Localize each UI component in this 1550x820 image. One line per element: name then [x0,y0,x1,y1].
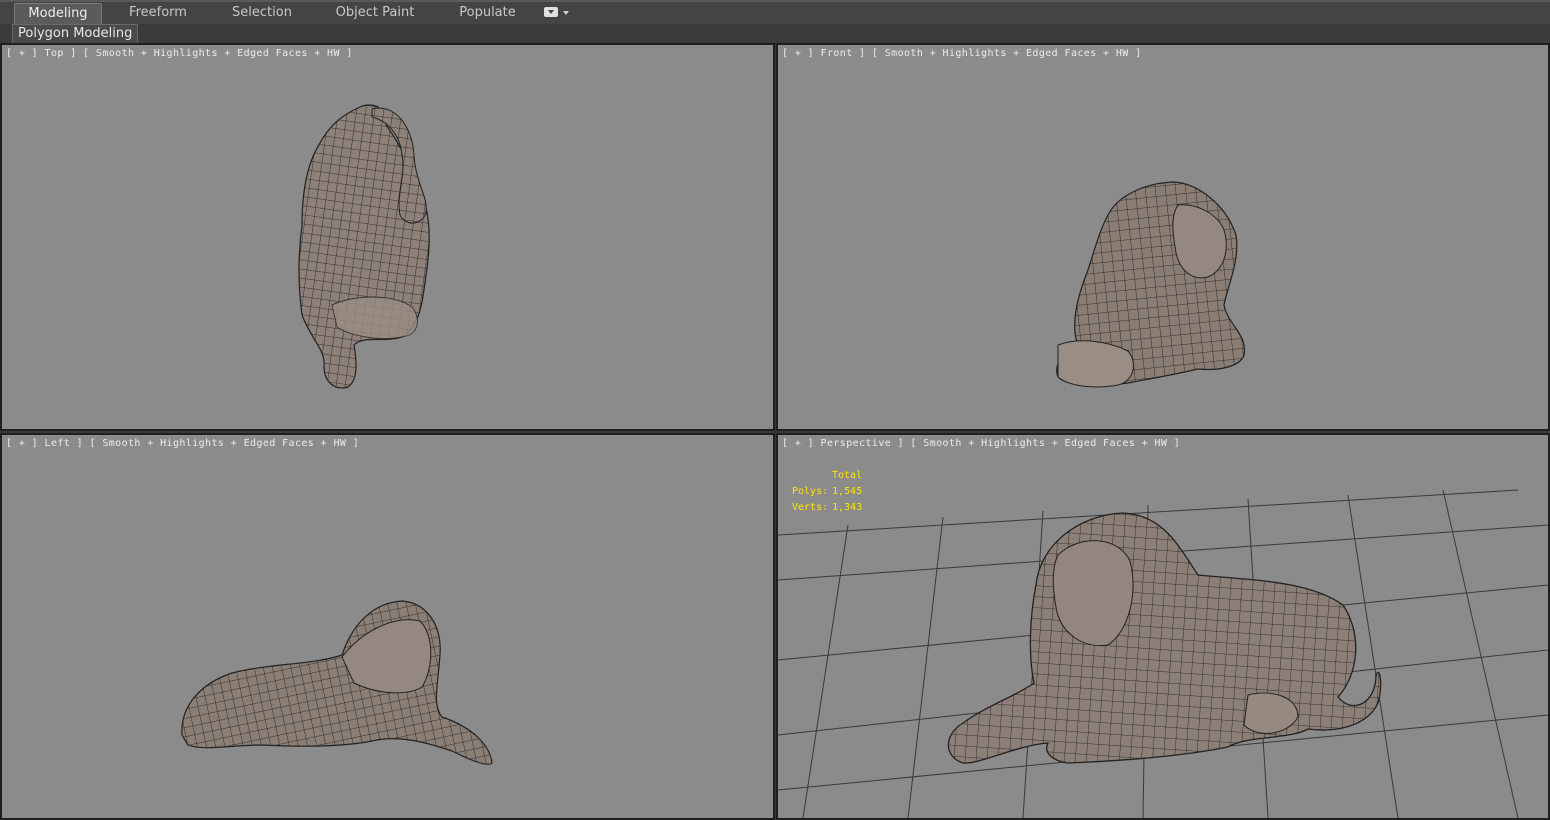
lion-mesh-front [1056,181,1246,388]
tab-modeling[interactable]: Modeling [14,3,102,24]
lion-mesh-left [181,600,493,765]
tab-freeform[interactable]: Freeform [118,3,198,23]
tab-populate[interactable]: Populate [450,3,525,23]
viewport-front[interactable]: [ + ] Front ] [ Smooth + Highlights + Ed… [776,43,1550,431]
lion-mesh-top [298,104,430,389]
ribbon-tab-bar: Modeling Freeform Selection Object Paint… [0,0,1550,25]
tab-object-paint[interactable]: Object Paint [330,3,420,23]
tab-selection[interactable]: Selection [222,3,302,23]
viewport-perspective[interactable]: [ + ] Perspective ] [ Smooth + Highlight… [776,433,1550,820]
polygon-modeling-panel-button[interactable]: Polygon Modeling [12,24,139,44]
viewport-left[interactable]: [ + ] Left ] [ Smooth + Highlights + Edg… [0,433,775,820]
lion-mesh-perspective [947,512,1382,764]
ribbon-minimize-icon[interactable] [544,7,558,17]
chevron-down-icon[interactable] [563,11,569,15]
ribbon-panel-row: Polygon Modeling [0,24,1550,44]
ribbon-top-line [0,0,1550,2]
viewport-top[interactable]: [ + ] Top ] [ Smooth + Highlights + Edge… [0,43,775,431]
perspective-scene [778,489,1548,818]
